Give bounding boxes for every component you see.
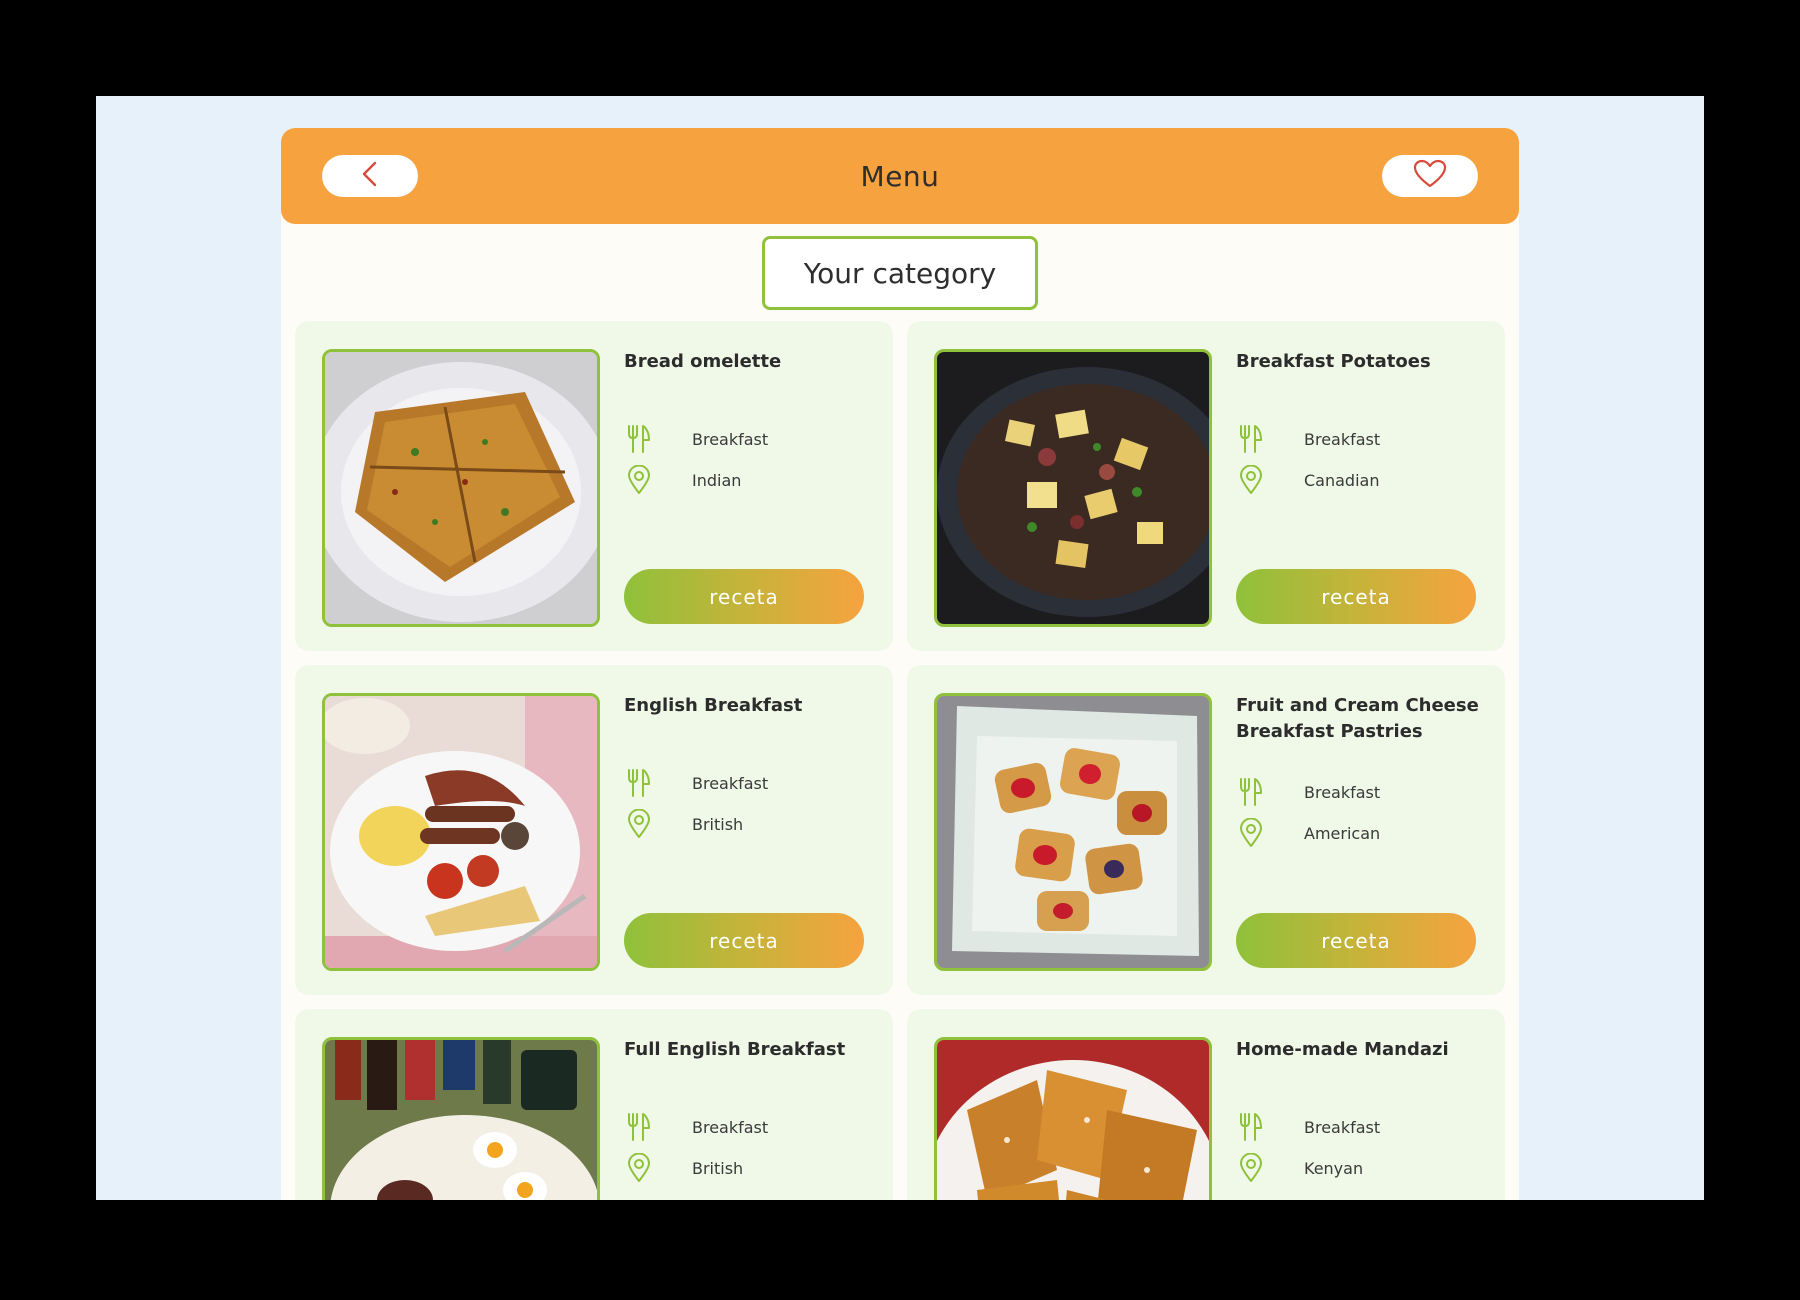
recipe-card: Home-made Mandazi Breakfast Kenyan recet…	[907, 1009, 1505, 1200]
heart-icon	[1413, 159, 1447, 193]
recipe-area-row: British	[624, 1153, 743, 1183]
recipe-category: Breakfast	[1304, 782, 1381, 802]
recipe-image	[934, 1037, 1212, 1200]
recipe-area-row: Canadian	[1236, 465, 1379, 495]
location-pin-icon	[624, 1153, 654, 1183]
recipe-category-row: Breakfast	[1236, 424, 1380, 454]
recipe-card: English Breakfast Breakfast British rece…	[295, 665, 893, 995]
recipe-area: British	[692, 1158, 744, 1178]
location-pin-icon	[624, 809, 654, 839]
recipe-category: Breakfast	[1304, 1117, 1381, 1137]
recipe-button[interactable]: receta	[624, 913, 864, 968]
fork-knife-icon	[1236, 424, 1266, 454]
recipe-grid: Bread omelette Breakfast Indian receta B…	[295, 321, 1505, 1200]
category-heading: Your category	[762, 236, 1038, 310]
fork-knife-icon	[1236, 777, 1266, 807]
recipe-title: English Breakfast	[624, 695, 803, 716]
recipe-card: Fruit and Cream Cheese Breakfast Pastrie…	[907, 665, 1505, 995]
recipe-title: Breakfast Potatoes	[1236, 351, 1431, 372]
recipe-category: Breakfast	[692, 429, 769, 449]
recipe-category-row: Breakfast	[624, 768, 768, 798]
recipe-area-row: American	[1236, 818, 1380, 848]
recipe-title: Bread omelette	[624, 351, 782, 372]
recipe-image	[934, 349, 1212, 627]
recipe-title: Full English Breakfast	[624, 1039, 846, 1060]
recipe-button[interactable]: receta	[1236, 569, 1476, 624]
recipe-button[interactable]: receta	[624, 569, 864, 624]
fork-knife-icon	[1236, 1112, 1266, 1142]
recipe-title: Home-made Mandazi	[1236, 1039, 1449, 1060]
app-container: Menu Your category Bread omelette Breakf…	[281, 128, 1519, 1200]
favorites-button[interactable]	[1382, 155, 1478, 197]
chevron-left-icon	[360, 160, 380, 192]
recipe-area-row: Indian	[624, 465, 741, 495]
recipe-button[interactable]: receta	[1236, 913, 1476, 968]
recipe-category: Breakfast	[692, 1117, 769, 1137]
fork-knife-icon	[624, 1112, 654, 1142]
recipe-area: Kenyan	[1304, 1158, 1364, 1178]
recipe-image	[322, 693, 600, 971]
back-button[interactable]	[322, 155, 418, 197]
recipe-card: Full English Breakfast Breakfast British…	[295, 1009, 893, 1200]
location-pin-icon	[1236, 465, 1266, 495]
fork-knife-icon	[624, 768, 654, 798]
recipe-card: Breakfast Potatoes Breakfast Canadian re…	[907, 321, 1505, 651]
recipe-card: Bread omelette Breakfast Indian receta	[295, 321, 893, 651]
location-pin-icon	[624, 465, 654, 495]
recipe-category-row: Breakfast	[1236, 777, 1380, 807]
app-screen: Menu Your category Bread omelette Breakf…	[96, 96, 1704, 1200]
location-pin-icon	[1236, 1153, 1266, 1183]
recipe-image	[934, 693, 1212, 971]
recipe-image	[322, 349, 600, 627]
recipe-area: Canadian	[1304, 470, 1380, 490]
recipe-category: Breakfast	[692, 773, 769, 793]
recipe-area-row: British	[624, 809, 743, 839]
recipe-area-row: Kenyan	[1236, 1153, 1363, 1183]
recipe-image	[322, 1037, 600, 1200]
recipe-area: American	[1304, 823, 1381, 843]
recipe-category: Breakfast	[1304, 429, 1381, 449]
recipe-category-row: Breakfast	[1236, 1112, 1380, 1142]
recipe-category-row: Breakfast	[624, 424, 768, 454]
header-bar: Menu	[281, 128, 1519, 224]
recipe-area: Indian	[692, 470, 742, 490]
recipe-category-row: Breakfast	[624, 1112, 768, 1142]
fork-knife-icon	[624, 424, 654, 454]
recipe-title: Fruit and Cream Cheese Breakfast Pastrie…	[1236, 695, 1479, 742]
location-pin-icon	[1236, 818, 1266, 848]
page-title: Menu	[860, 159, 940, 193]
category-section: Your category	[281, 236, 1519, 310]
recipe-area: British	[692, 814, 744, 834]
